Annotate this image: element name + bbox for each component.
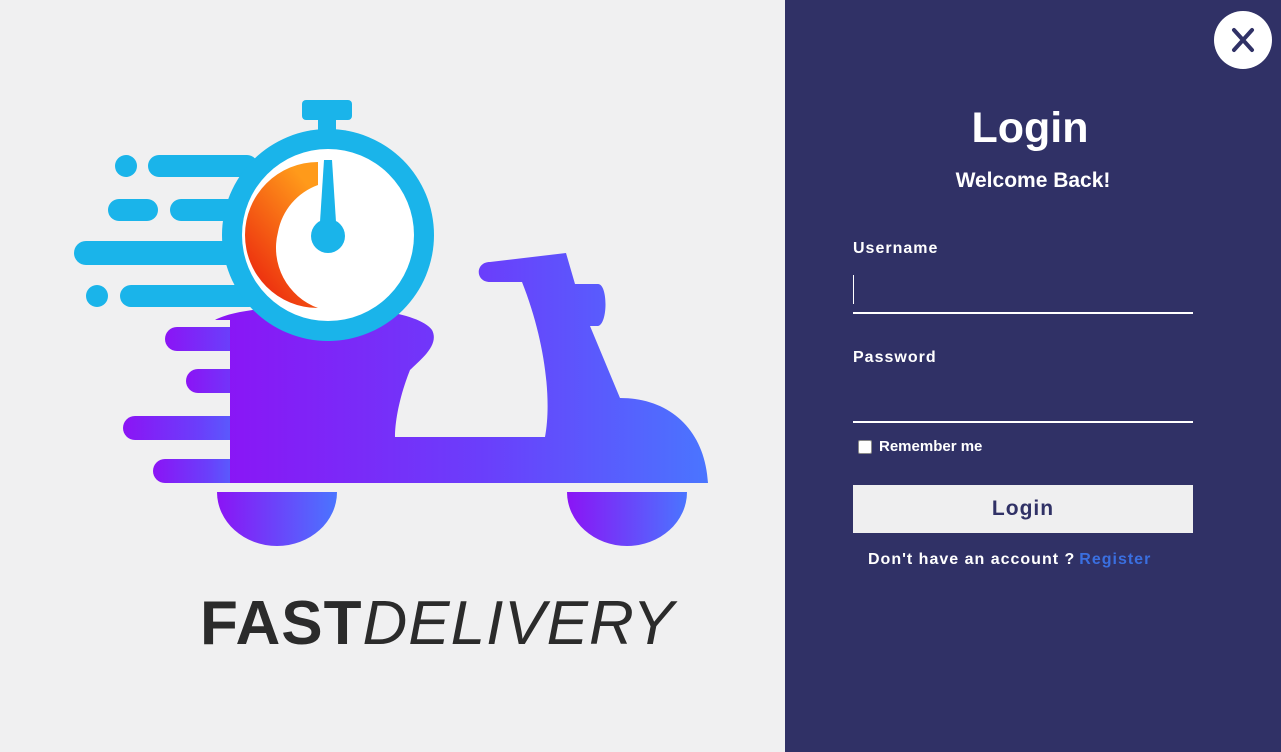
login-button[interactable]: Login	[853, 485, 1193, 533]
register-prompt-row: Don't have an account ? Register	[868, 551, 1151, 569]
register-link[interactable]: Register	[1079, 551, 1151, 568]
username-input[interactable]	[853, 276, 1193, 314]
scooter-wheels	[217, 492, 687, 546]
remember-me-checkbox[interactable]	[858, 439, 872, 454]
close-button[interactable]	[1214, 11, 1272, 69]
remember-me-row: Remember me	[858, 438, 982, 455]
brand-panel: FASTDELIVERY	[0, 0, 785, 752]
welcome-subtitle: Welcome Back!	[955, 169, 1111, 192]
remember-me-label[interactable]: Remember me	[879, 438, 982, 455]
close-icon	[1232, 28, 1254, 52]
brand-delivery: DELIVERY	[362, 589, 675, 658]
login-window: FASTDELIVERY Login Welcome Back! Usernam…	[0, 0, 1281, 752]
text-caret	[853, 275, 854, 304]
brand-wordmark: FASTDELIVERY	[200, 588, 675, 660]
stopwatch	[222, 100, 434, 341]
login-title: Login	[971, 104, 1089, 152]
username-label: Username	[853, 240, 939, 257]
brand-fast: FAST	[200, 589, 363, 658]
password-input[interactable]	[853, 385, 1193, 423]
password-label: Password	[853, 349, 937, 366]
register-prompt-text: Don't have an account ?	[868, 551, 1076, 568]
